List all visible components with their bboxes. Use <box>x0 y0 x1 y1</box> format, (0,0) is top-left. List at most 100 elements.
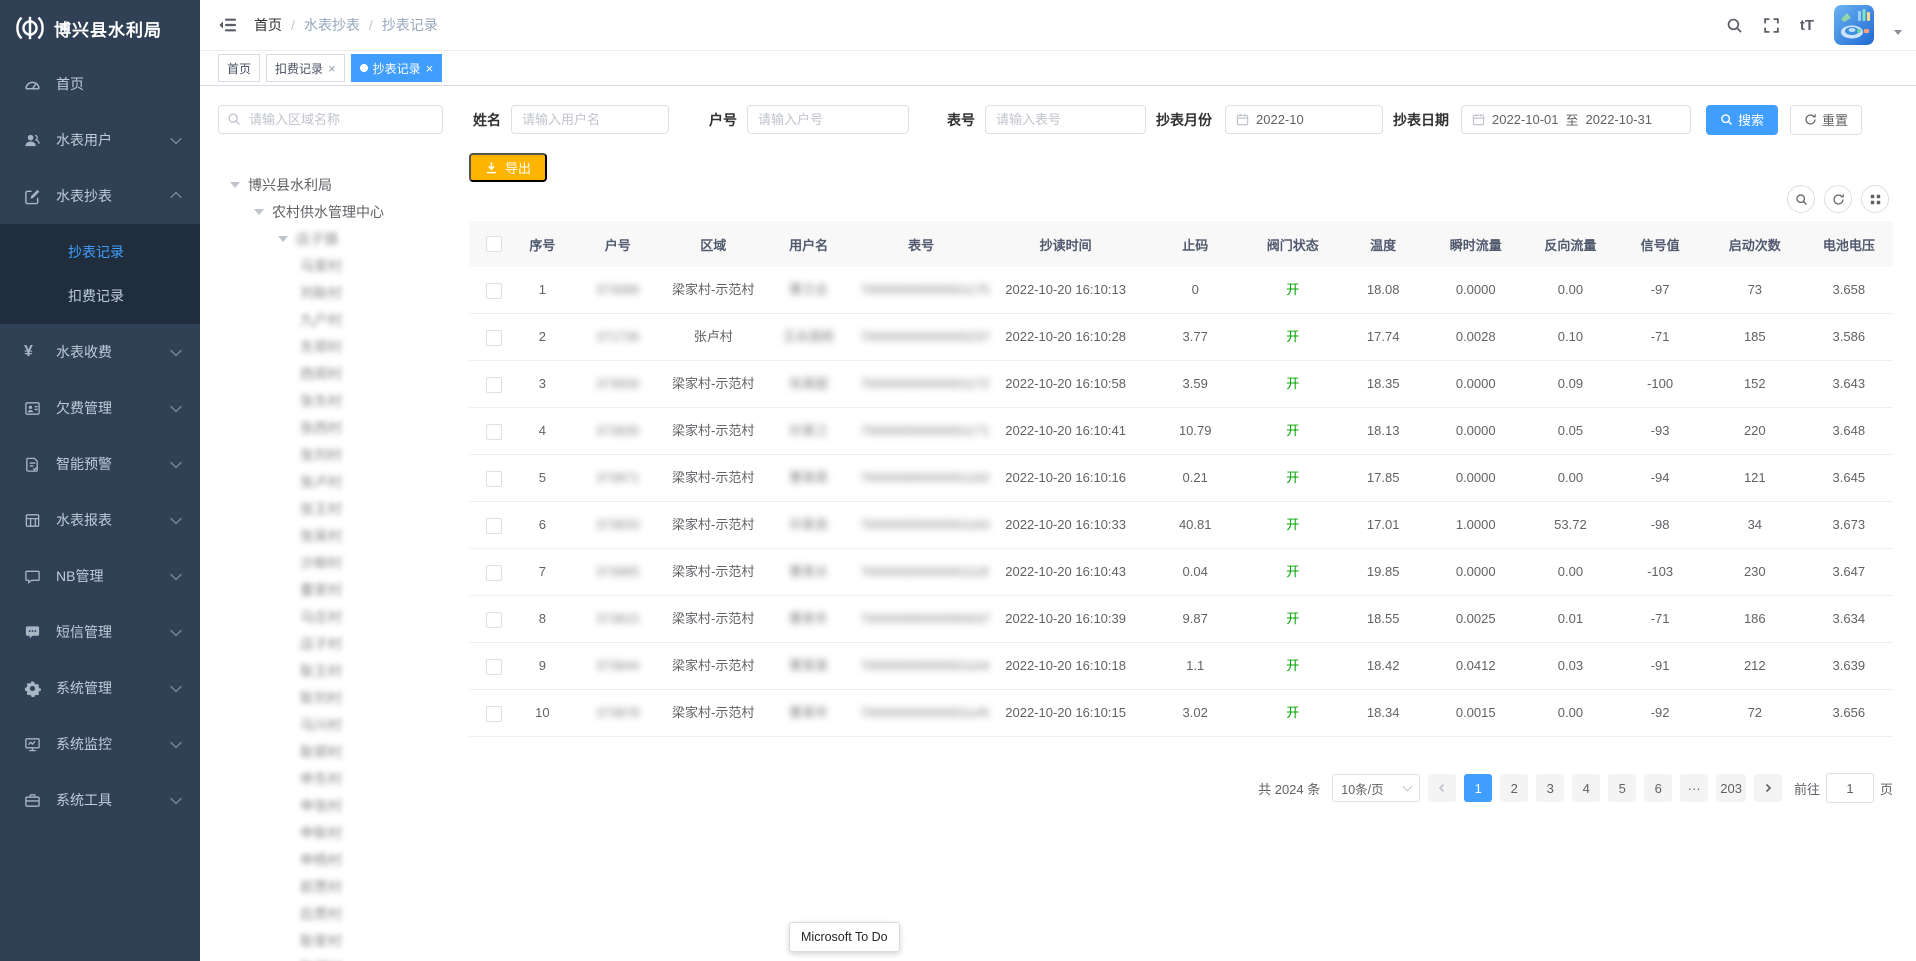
reset-button[interactable]: 重置 <box>1790 105 1862 135</box>
tree-node-village[interactable]: 申张村 <box>218 792 443 819</box>
row-checkbox[interactable] <box>469 361 515 408</box>
next-page-button[interactable] <box>1754 774 1782 802</box>
breadcrumb-home[interactable]: 首页 <box>254 15 282 35</box>
select-all-checkbox[interactable] <box>469 221 515 267</box>
tree-node-village[interactable]: 申东村 <box>218 765 443 792</box>
tree-node-village[interactable]: 东郑村 <box>218 333 443 360</box>
page-button-203[interactable]: 203 <box>1716 774 1746 802</box>
account-input[interactable] <box>747 105 909 134</box>
tree-expand-caret-icon[interactable] <box>278 236 288 242</box>
sidebar-item-系统工具[interactable]: 系统工具 <box>0 772 200 828</box>
tree-node[interactable]: 博兴县水利局 <box>218 171 443 198</box>
tree-node-village[interactable]: 张东村 <box>218 387 443 414</box>
tree-node-village[interactable]: 张刘村 <box>218 441 443 468</box>
tree-node-village[interactable]: 张吴村 <box>218 522 443 549</box>
region-search-input[interactable] <box>218 105 443 134</box>
avatar-caret-icon[interactable] <box>1894 30 1902 35</box>
table-search-toggle-icon[interactable] <box>1787 185 1815 213</box>
sidebar-item-短信管理[interactable]: 短信管理 <box>0 604 200 660</box>
page-ellipsis[interactable]: ··· <box>1680 774 1708 802</box>
font-size-icon[interactable]: tT <box>1800 17 1814 34</box>
tree-expand-caret-icon[interactable] <box>230 182 240 188</box>
row-checkbox[interactable] <box>469 455 515 502</box>
sidebar-item-水表报表[interactable]: 水表报表 <box>0 492 200 548</box>
tree-node-village[interactable]: 沙柳村 <box>218 549 443 576</box>
page-button-3[interactable]: 3 <box>1536 774 1564 802</box>
prev-page-button[interactable] <box>1428 774 1456 802</box>
reading-month-picker[interactable]: 2022-10 <box>1225 105 1383 134</box>
tree-node-village[interactable]: 申杨村 <box>218 846 443 873</box>
tab-deduction-records[interactable]: 扣费记录 × <box>266 54 345 82</box>
tree-node-village[interactable]: 张卢村 <box>218 468 443 495</box>
fullscreen-icon[interactable] <box>1763 17 1780 34</box>
meter-no-input[interactable] <box>985 105 1146 134</box>
row-checkbox[interactable] <box>469 408 515 455</box>
tree-node-village[interactable]: 耿王村 <box>218 657 443 684</box>
row-checkbox[interactable] <box>469 643 515 690</box>
row-checkbox[interactable] <box>469 314 515 361</box>
tree-node-label: 张刘村 <box>300 445 342 465</box>
row-checkbox[interactable] <box>469 690 515 737</box>
sidebar-subitem-扣费记录[interactable]: 扣费记录 <box>0 274 200 318</box>
goto-page-input[interactable] <box>1826 773 1874 803</box>
sidebar-item-水表用户[interactable]: 水表用户 <box>0 112 200 168</box>
tree-node-village[interactable]: 后贾村 <box>218 900 443 927</box>
tree-node-village[interactable]: 马家村 <box>218 252 443 279</box>
row-checkbox[interactable] <box>469 596 515 643</box>
cell-voltage: 3.656 <box>1805 690 1893 737</box>
row-checkbox[interactable] <box>469 267 515 314</box>
tree-node-village[interactable]: 前贾村 <box>218 873 443 900</box>
app-screen: 博兴县水利局 首页水表用户水表抄表抄表记录扣费记录¥水表收费欠费管理智能预警水表… <box>0 0 1916 961</box>
tree-node-village[interactable]: 马庄村 <box>218 603 443 630</box>
close-icon[interactable]: × <box>328 62 336 75</box>
sidebar-item-首页[interactable]: 首页 <box>0 56 200 112</box>
sidebar-item-水表收费[interactable]: ¥水表收费 <box>0 324 200 380</box>
sidebar-item-欠费管理[interactable]: 欠费管理 <box>0 380 200 436</box>
tree-node-village[interactable]: 西郑村 <box>218 360 443 387</box>
tab-meter-reading-records[interactable]: 抄表记录 × <box>351 54 443 82</box>
search-icon[interactable] <box>1726 17 1743 34</box>
page-button-4[interactable]: 4 <box>1572 774 1600 802</box>
sidebar-item-NB管理[interactable]: NB管理 <box>0 548 200 604</box>
page-button-1[interactable]: 1 <box>1464 774 1492 802</box>
tree-node[interactable]: 农村供水管理中心 <box>218 198 443 225</box>
hamburger-icon[interactable] <box>218 15 238 35</box>
tree-node-village[interactable]: 刘耿村 <box>218 279 443 306</box>
column-settings-icon[interactable] <box>1861 185 1889 213</box>
page-size-select[interactable]: 10条/页 <box>1332 774 1420 802</box>
refresh-icon[interactable] <box>1824 185 1852 213</box>
sidebar-item-系统监控[interactable]: 系统监控 <box>0 716 200 772</box>
reading-date-range-picker[interactable]: 2022-10-01 至 2022-10-31 <box>1461 105 1691 134</box>
name-input[interactable] <box>511 105 669 134</box>
tree-node-village[interactable]: 耿刘村 <box>218 684 443 711</box>
row-checkbox[interactable] <box>469 549 515 596</box>
tree-expand-caret-icon[interactable] <box>254 209 264 215</box>
tree-node-village[interactable]: 张西村 <box>218 414 443 441</box>
close-icon[interactable]: × <box>426 62 434 75</box>
export-button[interactable]: 导出 <box>469 153 547 182</box>
tree-node-village[interactable]: 耿郭村 <box>218 738 443 765</box>
breadcrumb-meter-reading[interactable]: 水表抄表 <box>304 15 360 35</box>
tree-node-village[interactable]: 九户村 <box>218 306 443 333</box>
page-button-2[interactable]: 2 <box>1500 774 1528 802</box>
column-header: 户号 <box>570 221 665 267</box>
sidebar-item-智能预警[interactable]: 智能预警 <box>0 436 200 492</box>
tree-node-village[interactable]: 张王村 <box>218 495 443 522</box>
sidebar-item-水表抄表[interactable]: 水表抄表 <box>0 168 200 224</box>
tab-home[interactable]: 首页 <box>218 54 260 82</box>
tree-node[interactable]: 店子镇 <box>218 225 443 252</box>
page-button-6[interactable]: 6 <box>1644 774 1672 802</box>
tree-node-village[interactable]: 耿郑村 <box>218 954 443 961</box>
row-checkbox[interactable] <box>469 502 515 549</box>
cell-voltage: 3.673 <box>1805 502 1893 549</box>
avatar[interactable] <box>1834 5 1874 45</box>
tree-node-village[interactable]: 耿家村 <box>218 927 443 954</box>
sidebar-subitem-抄表记录[interactable]: 抄表记录 <box>0 230 200 274</box>
tree-node-village[interactable]: 申耿村 <box>218 819 443 846</box>
page-button-5[interactable]: 5 <box>1608 774 1636 802</box>
sidebar-item-系统管理[interactable]: 系统管理 <box>0 660 200 716</box>
search-button[interactable]: 搜索 <box>1706 105 1778 135</box>
tree-node-village[interactable]: 店子村 <box>218 630 443 657</box>
tree-node-village[interactable]: 董家村 <box>218 576 443 603</box>
tree-node-village[interactable]: 马兴村 <box>218 711 443 738</box>
